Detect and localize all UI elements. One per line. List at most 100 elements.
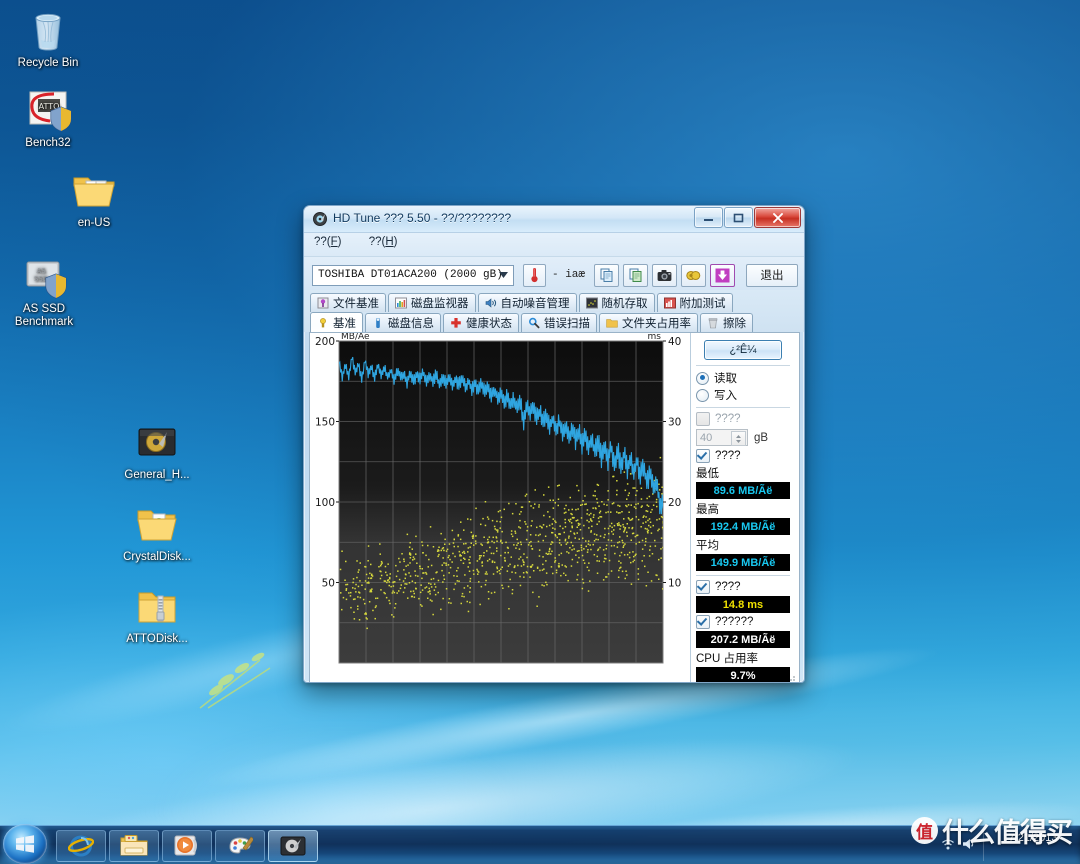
erase-icon — [707, 317, 719, 329]
chevron-down-icon[interactable] — [497, 269, 510, 282]
wallpaper-plant-flourish — [199, 652, 271, 709]
desktop-icon-label: ATTODisk... — [126, 633, 188, 645]
desktop-icon-label: AS SSD Benchmark — [14, 303, 74, 328]
exit-button[interactable]: 退出 — [746, 263, 798, 287]
y-tick-100: 100 — [315, 497, 335, 509]
desktop-icon-attodisk-zip[interactable]: ATTODisk... — [113, 582, 201, 646]
copy-button[interactable] — [594, 263, 619, 287]
toolbar[interactable]: TOSHIBA DT01ACA200 (2000 gB) - iaæ 退出 — [304, 257, 804, 290]
tab-file-benchmark[interactable]: 文件基准 — [310, 293, 386, 312]
hdd-icon — [280, 836, 306, 856]
benchmark-sidebar[interactable]: ¿²Ê¼ 读取 写入 ???? 40 gB ???? 最低 89.6 MB/Ãë… — [690, 333, 794, 682]
desktop[interactable]: Recycle Bin ATTO Bench32 en-US AS SSD AS… — [0, 0, 1080, 864]
down-arrow-icon — [715, 268, 730, 282]
y-tick-150: 150 — [315, 417, 335, 429]
divider — [696, 575, 790, 576]
device-select[interactable]: TOSHIBA DT01ACA200 (2000 gB) — [312, 264, 514, 286]
stepper-arrows-icon[interactable] — [731, 431, 746, 446]
taskbar-paint[interactable] — [215, 830, 265, 862]
disk-monitor-icon — [395, 297, 407, 309]
taskbar-media-player[interactable] — [162, 830, 212, 862]
temperature-button[interactable] — [523, 263, 546, 287]
window-controls[interactable] — [694, 207, 801, 228]
tab-benchmark[interactable]: 基准 — [310, 312, 363, 332]
zip-folder-icon — [133, 582, 181, 630]
minimize-button[interactable] — [694, 207, 723, 228]
menu-file[interactable]: ??(F) — [314, 236, 342, 248]
avg-value: 149.9 MB/Ãë — [696, 554, 790, 571]
maximize-button[interactable] — [724, 207, 753, 228]
start-button[interactable]: ¿²Ê¼ — [704, 340, 782, 360]
benchmark-icon — [317, 317, 329, 329]
start-button-orb[interactable] — [3, 824, 47, 864]
y2-tick-10: 10 — [668, 578, 681, 590]
tab-disk-monitor[interactable]: 磁盘监视器 — [388, 293, 476, 312]
toolbar-buttons[interactable] — [594, 263, 737, 287]
min-label: 最低 — [696, 468, 719, 480]
tab-disk-info[interactable]: 磁盘信息 — [365, 313, 441, 332]
atto-bench32-icon: ATTO — [24, 86, 72, 134]
camera-icon — [657, 269, 672, 281]
tab-folder-usage[interactable]: 文件夹占用率 — [599, 313, 698, 332]
tab-row-bottom[interactable]: 基准 磁盘信息 健康状态 错误扫描 文件夹占用率 擦除 — [310, 312, 800, 332]
taskbar-hdtune[interactable] — [268, 830, 318, 862]
copy-icon — [600, 268, 612, 282]
extra-tests-icon — [663, 297, 676, 309]
resize-grip-icon[interactable] — [785, 674, 797, 683]
taskbar-internet-explorer[interactable] — [56, 830, 106, 862]
taskbar-explorer[interactable] — [109, 830, 159, 862]
desktop-icon-en-us[interactable]: en-US — [50, 166, 138, 230]
max-value: 192.4 MB/Ãë — [696, 518, 790, 535]
y-tick-200: 200 — [315, 336, 335, 348]
tab-row-top[interactable]: 文件基准 磁盘监视器 自动噪音管理 随机存取 附加测试 — [310, 293, 800, 312]
mode-read-radio[interactable]: 读取 — [696, 370, 790, 386]
paint-icon — [229, 836, 253, 854]
mode-write-radio[interactable]: 写入 — [696, 387, 790, 403]
desktop-icon-recycle-bin[interactable]: Recycle Bin — [4, 6, 92, 70]
download-button[interactable] — [710, 263, 735, 287]
y-tick-50: 50 — [322, 578, 335, 590]
tab-label: 错误扫描 — [544, 318, 590, 330]
watermark-badge: 值 — [911, 817, 938, 844]
access-time-checkbox[interactable]: ???? — [696, 580, 790, 594]
tab-erase[interactable]: 擦除 — [700, 313, 753, 332]
mode-read-label: 读取 — [714, 373, 737, 385]
desktop-icon-label: en-US — [77, 217, 111, 229]
chart-svg: MB/Ãë ms 200 150 100 50 40 30 20 10 — [310, 333, 690, 682]
size-stepper[interactable]: 40 — [696, 429, 748, 446]
size-stepper-row[interactable]: 40 gB — [696, 429, 790, 446]
partial-test-checkbox[interactable]: ???? — [696, 412, 790, 426]
desktop-icon-crystaldisk[interactable]: CrystalDisk... — [113, 500, 201, 564]
menu-help[interactable]: ??(H) — [369, 236, 398, 248]
burst-rate-checkbox[interactable]: ?????? — [696, 615, 790, 629]
aam-icon — [485, 297, 497, 309]
screenshot-button[interactable] — [652, 263, 677, 287]
hdtune-window[interactable]: HD Tune ??? 5.50 - ??/???????? ??(F) ??(… — [303, 205, 805, 683]
watermark-text: 什么值得买 — [942, 818, 1073, 849]
info-button[interactable] — [681, 263, 706, 287]
exit-button-label: 退出 — [760, 270, 784, 282]
close-button[interactable] — [754, 207, 801, 228]
benchmark-chart[interactable]: MB/Ãë ms 200 150 100 50 40 30 20 10 — [310, 333, 690, 682]
tabs-container[interactable]: 文件基准 磁盘监视器 自动噪音管理 随机存取 附加测试 基准 磁盘信息 健康状态… — [304, 290, 804, 332]
copy-all-button[interactable] — [623, 263, 648, 287]
desktop-icon-bench32[interactable]: ATTO Bench32 — [4, 86, 92, 150]
desktop-icon-as-ssd-benchmark[interactable]: AS SSD AS SSD Benchmark — [0, 252, 98, 329]
thermometer-icon — [531, 268, 538, 283]
tab-aam[interactable]: 自动噪音管理 — [477, 293, 577, 312]
accurate-checkbox[interactable]: ???? — [696, 449, 790, 463]
avg-label: 平均 — [696, 540, 719, 552]
checkbox-checked-icon — [696, 449, 710, 463]
tab-extra-tests[interactable]: 附加测试 — [656, 293, 733, 312]
tab-error-scan[interactable]: 错误扫描 — [521, 313, 597, 332]
tab-label: 擦除 — [723, 318, 746, 330]
y2-tick-20: 20 — [668, 497, 681, 509]
checkbox-unchecked-icon — [696, 412, 710, 426]
watermark: 值 什么值得买 — [911, 811, 1073, 850]
tab-random-access[interactable]: 随机存取 — [578, 293, 655, 312]
window-titlebar[interactable]: HD Tune ??? 5.50 - ??/???????? — [304, 206, 804, 233]
tab-health[interactable]: 健康状态 — [443, 313, 519, 332]
burst-rate-value: 207.2 MB/Ãë — [696, 631, 790, 648]
desktop-icon-general-hdd[interactable]: General_H... — [113, 418, 201, 482]
menu-bar[interactable]: ??(F) ??(H) — [304, 233, 804, 257]
